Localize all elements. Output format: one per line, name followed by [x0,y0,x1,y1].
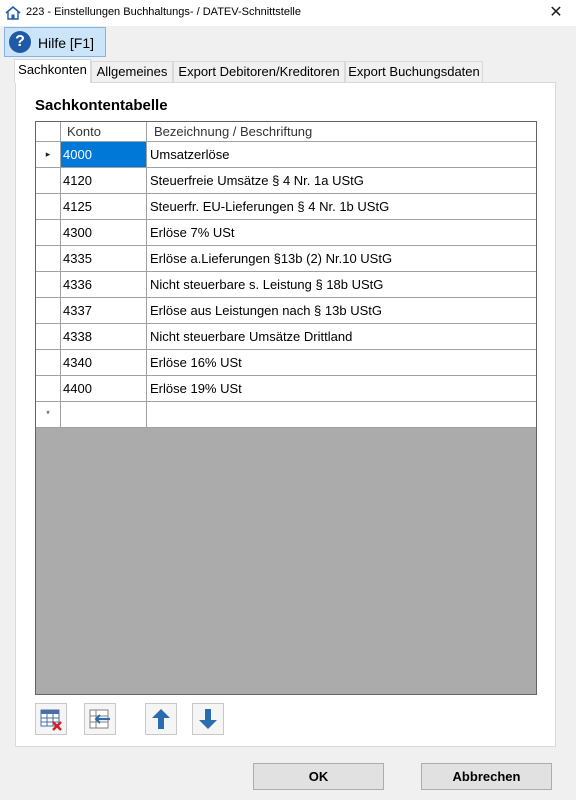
help-button[interactable]: ? Hilfe [F1] [4,27,106,57]
bezeichnung-cell[interactable]: Erlöse a.Lieferungen §13b (2) Nr.10 UStG [147,246,536,272]
move-down-button[interactable] [192,703,224,735]
konto-cell[interactable]: 4300 [61,220,147,246]
new-row[interactable]: * [36,402,536,428]
table-row[interactable]: 4335 Erlöse a.Lieferungen §13b (2) Nr.10 … [36,246,536,272]
table-row[interactable]: 4340 Erlöse 16% USt [36,350,536,376]
bezeichnung-cell[interactable]: Steuerfreie Umsätze § 4 Nr. 1a UStG [147,168,536,194]
new-row-bezeichnung-cell[interactable] [147,402,536,428]
sachkonten-grid[interactable]: Konto Bezeichnung / Beschriftung ▸ 4000 Um… [35,121,537,695]
ok-button[interactable]: OK [253,763,384,790]
bezeichnung-cell[interactable]: Erlöse aus Leistungen nach § 13b UStG [147,298,536,324]
close-icon[interactable]: ✕ [536,0,576,26]
bezeichnung-cell[interactable]: Nicht steuerbare Umsätze Drittland [147,324,536,350]
table-row[interactable]: 4338 Nicht steuerbare Umsätze Drittland [36,324,536,350]
insert-row-icon [89,709,110,729]
help-icon: ? [9,31,31,53]
konto-cell[interactable]: 4335 [61,246,147,272]
delete-row-button[interactable] [35,703,67,735]
konto-cell[interactable]: 4338 [61,324,147,350]
table-row[interactable]: 4400 Erlöse 19% USt [36,376,536,402]
grid-header: Konto Bezeichnung / Beschriftung [36,122,536,142]
column-header-bezeichnung[interactable]: Bezeichnung / Beschriftung [147,122,536,142]
new-row-marker: * [36,402,61,428]
row-selector[interactable] [36,272,61,298]
tab-sachkonten[interactable]: Sachkonten [14,59,91,83]
insert-row-button[interactable] [84,703,116,735]
row-selector[interactable] [36,168,61,194]
move-up-icon [152,709,170,729]
window-title: 223 - Einstellungen Buchhaltungs- / DATE… [26,6,301,18]
tab-export-buchungsdaten[interactable]: Export Buchungsdaten [345,61,483,82]
delete-row-icon [40,709,62,731]
table-row[interactable]: 4300 Erlöse 7% USt [36,220,536,246]
table-row[interactable]: 4336 Nicht steuerbare s. Leistung § 18b U… [36,272,536,298]
tab-export-debitoren-kreditoren[interactable]: Export Debitoren/Kreditoren [173,61,345,82]
bezeichnung-cell[interactable]: Steuerfr. EU-Lieferungen § 4 Nr. 1b UStG [147,194,536,220]
konto-cell[interactable]: 4337 [61,298,147,324]
section-title: Sachkontentabelle [35,97,168,114]
konto-cell[interactable]: 4340 [61,350,147,376]
bezeichnung-cell[interactable]: Erlöse 16% USt [147,350,536,376]
row-selector[interactable] [36,298,61,324]
konto-cell[interactable]: 4000 [61,142,147,168]
bezeichnung-cell[interactable]: Erlöse 19% USt [147,376,536,402]
row-selector[interactable] [36,220,61,246]
new-row-konto-cell[interactable] [61,402,147,428]
konto-cell[interactable]: 4125 [61,194,147,220]
help-button-label: Hilfe [F1] [38,35,95,51]
table-row[interactable]: 4337 Erlöse aus Leistungen nach § 13b USt… [36,298,536,324]
header-selector-cell [36,122,61,142]
table-row[interactable]: 4125 Steuerfr. EU-Lieferungen § 4 Nr. 1b … [36,194,536,220]
move-up-button[interactable] [145,703,177,735]
tab-panel-sachkonten: Sachkontentabelle Konto Bezeichnung / Be… [15,82,556,747]
row-selector[interactable]: ▸ [36,142,61,168]
bezeichnung-cell[interactable]: Erlöse 7% USt [147,220,536,246]
row-selector[interactable] [36,350,61,376]
konto-cell[interactable]: 4120 [61,168,147,194]
row-selector[interactable] [36,324,61,350]
konto-cell[interactable]: 4336 [61,272,147,298]
tab-allgemeines[interactable]: Allgemeines [91,61,173,82]
table-row[interactable]: ▸ 4000 Umsatzerlöse [36,142,536,168]
table-row[interactable]: 4120 Steuerfreie Umsätze § 4 Nr. 1a UStG [36,168,536,194]
column-header-konto[interactable]: Konto [61,122,147,142]
home-icon [5,5,21,20]
row-selector[interactable] [36,376,61,402]
bezeichnung-cell[interactable]: Nicht steuerbare s. Leistung § 18b UStG [147,272,536,298]
title-bar: 223 - Einstellungen Buchhaltungs- / DATE… [0,0,576,26]
bezeichnung-cell[interactable]: Umsatzerlöse [147,142,536,168]
cancel-button[interactable]: Abbrechen [421,763,552,790]
row-selector[interactable] [36,194,61,220]
row-selector[interactable] [36,246,61,272]
move-down-icon [199,709,217,729]
konto-cell[interactable]: 4400 [61,376,147,402]
